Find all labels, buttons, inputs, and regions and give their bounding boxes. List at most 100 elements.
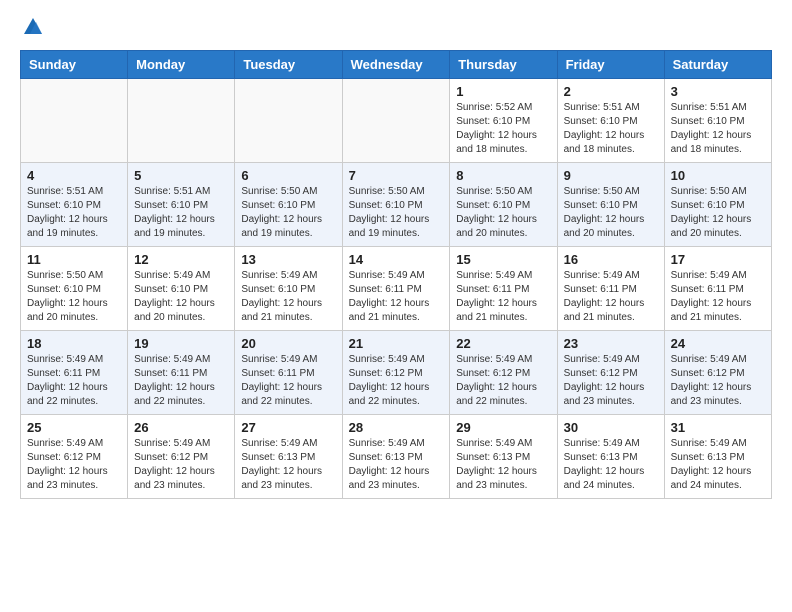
day-number: 16: [564, 252, 658, 267]
day-number: 19: [134, 336, 228, 351]
day-number: 14: [349, 252, 444, 267]
day-info: Sunrise: 5:49 AM Sunset: 6:11 PM Dayligh…: [456, 269, 550, 325]
day-number: 31: [671, 420, 765, 435]
logo-icon: [22, 16, 44, 38]
day-number: 18: [27, 336, 121, 351]
logo: [20, 20, 44, 34]
calendar-cell: 31 Sunrise: 5:49 AM Sunset: 6:13 PM Dayli…: [664, 415, 771, 499]
day-info: Sunrise: 5:50 AM Sunset: 6:10 PM Dayligh…: [671, 185, 765, 241]
day-number: 29: [456, 420, 550, 435]
day-number: 26: [134, 420, 228, 435]
calendar-cell: 18 Sunrise: 5:49 AM Sunset: 6:11 PM Dayli…: [21, 331, 128, 415]
weekday-row: SundayMondayTuesdayWednesdayThursdayFrid…: [21, 51, 772, 79]
day-number: 27: [241, 420, 335, 435]
day-number: 22: [456, 336, 550, 351]
day-info: Sunrise: 5:50 AM Sunset: 6:10 PM Dayligh…: [349, 185, 444, 241]
day-number: 6: [241, 168, 335, 183]
day-info: Sunrise: 5:49 AM Sunset: 6:12 PM Dayligh…: [456, 353, 550, 409]
calendar-cell: 22 Sunrise: 5:49 AM Sunset: 6:12 PM Dayli…: [450, 331, 557, 415]
day-info: Sunrise: 5:49 AM Sunset: 6:10 PM Dayligh…: [134, 269, 228, 325]
day-number: 4: [27, 168, 121, 183]
calendar-cell: 4 Sunrise: 5:51 AM Sunset: 6:10 PM Daylig…: [21, 163, 128, 247]
day-info: Sunrise: 5:50 AM Sunset: 6:10 PM Dayligh…: [241, 185, 335, 241]
day-number: 3: [671, 84, 765, 99]
calendar-cell: 27Sunrise: 5:49 AM Sunset: 6:13 PM Dayli…: [235, 415, 342, 499]
day-number: 9: [564, 168, 658, 183]
calendar-cell: 19 Sunrise: 5:49 AM Sunset: 6:11 PM Dayli…: [128, 331, 235, 415]
calendar-cell: 2 Sunrise: 5:51 AM Sunset: 6:10 PM Daylig…: [557, 79, 664, 163]
calendar-cell: 25Sunrise: 5:49 AM Sunset: 6:12 PM Dayli…: [21, 415, 128, 499]
calendar-week-row: 11Sunrise: 5:50 AM Sunset: 6:10 PM Dayli…: [21, 247, 772, 331]
weekday-header-sunday: Sunday: [21, 51, 128, 79]
calendar-cell: 15 Sunrise: 5:49 AM Sunset: 6:11 PM Dayli…: [450, 247, 557, 331]
day-info: Sunrise: 5:49 AM Sunset: 6:11 PM Dayligh…: [564, 269, 658, 325]
day-number: 15: [456, 252, 550, 267]
day-info: Sunrise: 5:49 AM Sunset: 6:13 PM Dayligh…: [671, 437, 765, 493]
calendar-cell: 6 Sunrise: 5:50 AM Sunset: 6:10 PM Daylig…: [235, 163, 342, 247]
calendar-cell: 3 Sunrise: 5:51 AM Sunset: 6:10 PM Daylig…: [664, 79, 771, 163]
day-number: 13: [241, 252, 335, 267]
day-info: Sunrise: 5:50 AM Sunset: 6:10 PM Dayligh…: [27, 269, 121, 325]
calendar-cell: [21, 79, 128, 163]
day-info: Sunrise: 5:49 AM Sunset: 6:12 PM Dayligh…: [564, 353, 658, 409]
calendar-table: SundayMondayTuesdayWednesdayThursdayFrid…: [20, 50, 772, 499]
day-info: Sunrise: 5:49 AM Sunset: 6:11 PM Dayligh…: [27, 353, 121, 409]
day-info: Sunrise: 5:51 AM Sunset: 6:10 PM Dayligh…: [671, 101, 765, 157]
calendar-cell: 30Sunrise: 5:49 AM Sunset: 6:13 PM Dayli…: [557, 415, 664, 499]
calendar-cell: 14 Sunrise: 5:49 AM Sunset: 6:11 PM Dayli…: [342, 247, 450, 331]
calendar-cell: 11Sunrise: 5:50 AM Sunset: 6:10 PM Dayli…: [21, 247, 128, 331]
calendar-cell: 5Sunrise: 5:51 AM Sunset: 6:10 PM Daylig…: [128, 163, 235, 247]
day-number: 2: [564, 84, 658, 99]
day-number: 1: [456, 84, 550, 99]
calendar-week-row: 1Sunrise: 5:52 AM Sunset: 6:10 PM Daylig…: [21, 79, 772, 163]
calendar-cell: 12 Sunrise: 5:49 AM Sunset: 6:10 PM Dayli…: [128, 247, 235, 331]
day-number: 21: [349, 336, 444, 351]
calendar-cell: [128, 79, 235, 163]
calendar-cell: 29 Sunrise: 5:49 AM Sunset: 6:13 PM Dayli…: [450, 415, 557, 499]
page-header: [20, 20, 772, 34]
calendar-week-row: 4 Sunrise: 5:51 AM Sunset: 6:10 PM Daylig…: [21, 163, 772, 247]
day-number: 17: [671, 252, 765, 267]
calendar-cell: 16 Sunrise: 5:49 AM Sunset: 6:11 PM Dayli…: [557, 247, 664, 331]
calendar-body: 1Sunrise: 5:52 AM Sunset: 6:10 PM Daylig…: [21, 79, 772, 499]
day-info: Sunrise: 5:51 AM Sunset: 6:10 PM Dayligh…: [134, 185, 228, 241]
weekday-header-wednesday: Wednesday: [342, 51, 450, 79]
day-info: Sunrise: 5:49 AM Sunset: 6:13 PM Dayligh…: [564, 437, 658, 493]
day-info: Sunrise: 5:49 AM Sunset: 6:11 PM Dayligh…: [241, 353, 335, 409]
calendar-cell: 23 Sunrise: 5:49 AM Sunset: 6:12 PM Dayli…: [557, 331, 664, 415]
day-number: 7: [349, 168, 444, 183]
weekday-header-tuesday: Tuesday: [235, 51, 342, 79]
weekday-header-monday: Monday: [128, 51, 235, 79]
day-info: Sunrise: 5:49 AM Sunset: 6:11 PM Dayligh…: [349, 269, 444, 325]
day-number: 24: [671, 336, 765, 351]
day-info: Sunrise: 5:49 AM Sunset: 6:11 PM Dayligh…: [671, 269, 765, 325]
day-info: Sunrise: 5:49 AM Sunset: 6:12 PM Dayligh…: [671, 353, 765, 409]
calendar-cell: [235, 79, 342, 163]
day-number: 23: [564, 336, 658, 351]
calendar-header: SundayMondayTuesdayWednesdayThursdayFrid…: [21, 51, 772, 79]
day-info: Sunrise: 5:49 AM Sunset: 6:13 PM Dayligh…: [456, 437, 550, 493]
day-info: Sunrise: 5:51 AM Sunset: 6:10 PM Dayligh…: [564, 101, 658, 157]
calendar-cell: 10Sunrise: 5:50 AM Sunset: 6:10 PM Dayli…: [664, 163, 771, 247]
calendar-cell: 20 Sunrise: 5:49 AM Sunset: 6:11 PM Dayli…: [235, 331, 342, 415]
day-info: Sunrise: 5:51 AM Sunset: 6:10 PM Dayligh…: [27, 185, 121, 241]
calendar-cell: 21Sunrise: 5:49 AM Sunset: 6:12 PM Dayli…: [342, 331, 450, 415]
day-number: 28: [349, 420, 444, 435]
weekday-header-thursday: Thursday: [450, 51, 557, 79]
weekday-header-saturday: Saturday: [664, 51, 771, 79]
day-info: Sunrise: 5:49 AM Sunset: 6:11 PM Dayligh…: [134, 353, 228, 409]
calendar-cell: [342, 79, 450, 163]
calendar-cell: 24 Sunrise: 5:49 AM Sunset: 6:12 PM Dayli…: [664, 331, 771, 415]
day-info: Sunrise: 5:50 AM Sunset: 6:10 PM Dayligh…: [564, 185, 658, 241]
calendar-cell: 26Sunrise: 5:49 AM Sunset: 6:12 PM Dayli…: [128, 415, 235, 499]
calendar-cell: 7 Sunrise: 5:50 AM Sunset: 6:10 PM Daylig…: [342, 163, 450, 247]
calendar-week-row: 18 Sunrise: 5:49 AM Sunset: 6:11 PM Dayli…: [21, 331, 772, 415]
calendar-cell: 9 Sunrise: 5:50 AM Sunset: 6:10 PM Daylig…: [557, 163, 664, 247]
calendar-cell: 1Sunrise: 5:52 AM Sunset: 6:10 PM Daylig…: [450, 79, 557, 163]
day-number: 20: [241, 336, 335, 351]
calendar-cell: 28 Sunrise: 5:49 AM Sunset: 6:13 PM Dayli…: [342, 415, 450, 499]
day-number: 12: [134, 252, 228, 267]
calendar-week-row: 25Sunrise: 5:49 AM Sunset: 6:12 PM Dayli…: [21, 415, 772, 499]
calendar-cell: 13Sunrise: 5:49 AM Sunset: 6:10 PM Dayli…: [235, 247, 342, 331]
day-info: Sunrise: 5:49 AM Sunset: 6:13 PM Dayligh…: [349, 437, 444, 493]
